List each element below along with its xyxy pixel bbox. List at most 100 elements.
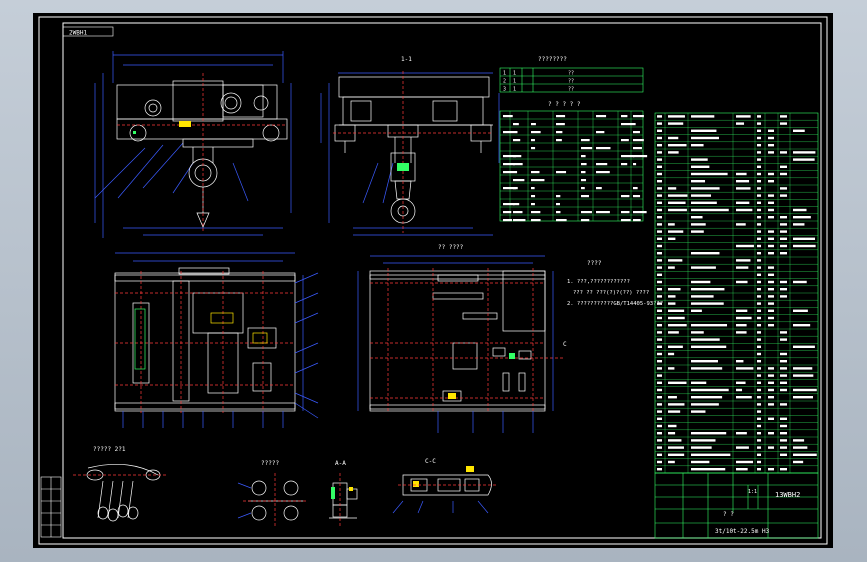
table-glyph <box>596 147 611 150</box>
table-glyph <box>691 115 715 118</box>
table-glyph <box>780 122 787 125</box>
table-glyph <box>768 216 774 219</box>
note-1b: ??? ?? ???(?)?(??) ???? <box>573 290 649 296</box>
table-glyph <box>668 439 682 442</box>
table-glyph <box>736 115 751 118</box>
svg-text:3: 3 <box>503 87 506 93</box>
table-glyph <box>736 388 743 392</box>
table-glyph <box>668 151 679 154</box>
table-glyph <box>691 280 711 284</box>
table-glyph <box>757 158 761 161</box>
table-glyph <box>657 439 662 442</box>
table-glyph <box>793 208 807 212</box>
table-glyph <box>657 201 662 204</box>
table-glyph <box>691 252 720 255</box>
table-glyph <box>657 403 662 406</box>
table-glyph <box>531 171 540 174</box>
drawing-number: 13WBH2 <box>775 491 800 499</box>
table-glyph <box>581 179 587 182</box>
table-glyph <box>757 453 761 456</box>
table-glyph <box>736 396 752 399</box>
table-glyph <box>780 446 787 449</box>
table-glyph <box>668 259 683 262</box>
table-glyph <box>581 139 590 142</box>
table-glyph <box>657 230 662 233</box>
table-glyph <box>657 352 662 356</box>
table-glyph <box>757 374 761 377</box>
table-glyph <box>757 432 761 435</box>
table-glyph <box>757 446 761 449</box>
table-glyph <box>668 381 687 384</box>
table-glyph <box>556 195 561 198</box>
table-glyph <box>657 345 662 348</box>
table-glyph <box>757 244 761 248</box>
table-glyph <box>768 194 774 197</box>
table-glyph <box>780 360 787 363</box>
table-glyph <box>657 223 662 226</box>
corner-tag: 2WBH1 <box>69 30 87 37</box>
table-glyph <box>768 403 774 406</box>
table-glyph <box>757 266 761 269</box>
table-glyph <box>581 147 593 150</box>
table-glyph <box>691 136 719 140</box>
title-spec: 3t/10t-22.5m H3 <box>715 528 770 535</box>
table-glyph <box>633 155 648 158</box>
table-glyph <box>757 439 761 442</box>
table-glyph <box>736 468 748 471</box>
table-glyph <box>736 381 746 384</box>
table-glyph <box>757 144 761 147</box>
svg-text:1: 1 <box>503 71 506 77</box>
table-glyph <box>657 122 662 125</box>
table-glyph <box>657 331 662 334</box>
table-glyph <box>768 432 774 435</box>
table-glyph <box>793 446 808 449</box>
table-glyph <box>657 432 662 435</box>
table-glyph <box>793 345 815 348</box>
table-glyph <box>668 396 677 399</box>
table-glyph <box>581 211 592 214</box>
table-glyph <box>657 208 662 212</box>
table-glyph <box>793 158 815 161</box>
table-glyph <box>657 388 662 392</box>
table-glyph <box>768 309 774 312</box>
table-glyph <box>757 122 761 125</box>
table-glyph <box>757 273 761 276</box>
table-glyph <box>691 144 704 147</box>
table-glyph <box>531 187 535 190</box>
table-glyph <box>531 139 535 142</box>
table-glyph <box>633 139 644 142</box>
table-glyph <box>596 163 608 166</box>
table-glyph <box>780 244 787 248</box>
table-glyph <box>668 309 685 312</box>
table-glyph <box>668 194 688 197</box>
table-glyph <box>581 163 587 166</box>
table-glyph <box>780 237 787 240</box>
table-glyph <box>657 316 662 320</box>
table-glyph <box>691 180 706 183</box>
note-2: 2. ???????????GB/T14405-93??? <box>567 301 663 307</box>
table-glyph <box>793 223 805 226</box>
table-glyph <box>691 331 704 334</box>
table-glyph <box>657 165 662 168</box>
notes-block: ???? 1. ???,???????????? ??? ?? ???(?)?(… <box>567 260 663 307</box>
table-glyph <box>621 155 635 158</box>
table-glyph <box>780 367 787 370</box>
table-glyph <box>768 201 774 204</box>
table-glyph <box>736 360 744 363</box>
table-glyph <box>596 131 605 134</box>
table-glyph <box>768 446 774 449</box>
table-glyph <box>780 295 787 298</box>
table-glyph <box>691 338 720 341</box>
table-glyph <box>691 194 712 197</box>
table-glyph <box>633 195 641 198</box>
table-glyph <box>657 417 662 420</box>
table-glyph <box>657 381 662 384</box>
table-glyph <box>691 439 716 442</box>
small-table: ???????? 1 1 ?? 2 1 ?? 3 1 ?? <box>499 56 644 93</box>
table-glyph <box>757 410 761 413</box>
view-label-detail-b: ????? <box>261 460 279 467</box>
svg-text:1: 1 <box>513 71 516 77</box>
drawing-viewport[interactable]: 2WBH1 1-1 ?? ???? C ???? 1. ???,????????… <box>33 13 833 548</box>
table-glyph <box>531 179 545 182</box>
table-glyph <box>768 136 774 140</box>
